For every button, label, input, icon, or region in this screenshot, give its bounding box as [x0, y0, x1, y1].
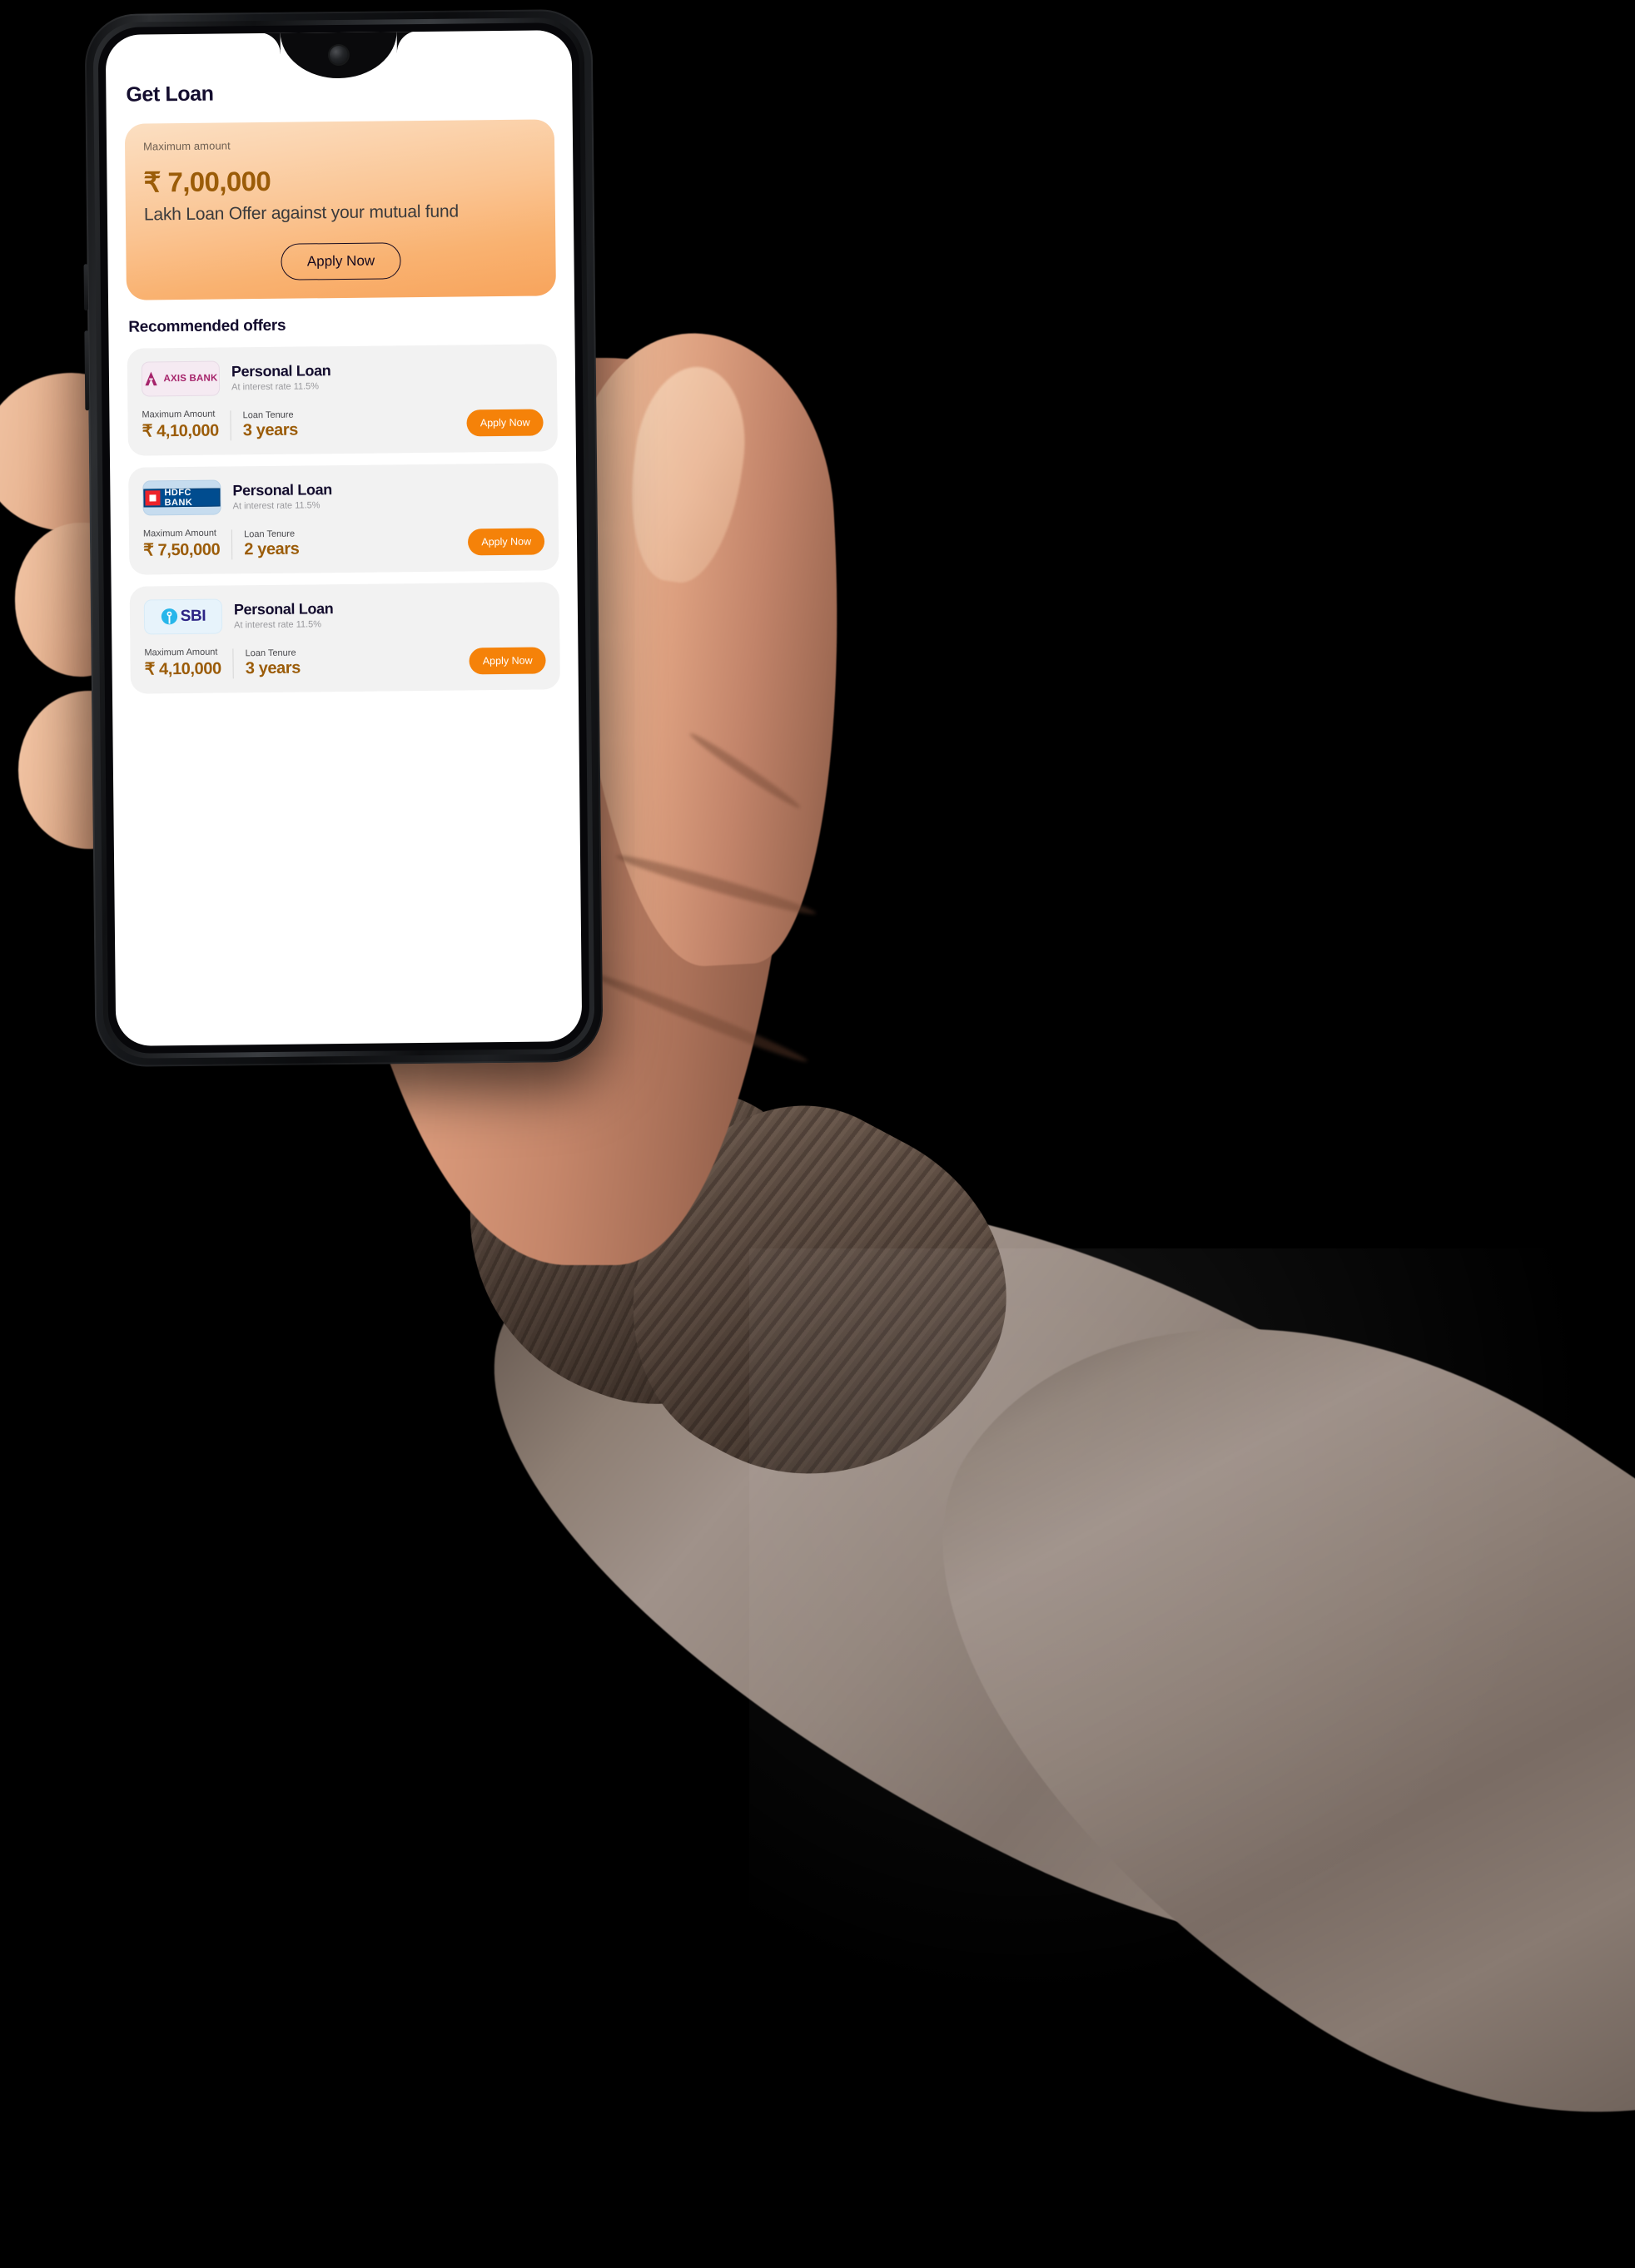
sbi-logo-lockup: SBI: [161, 608, 206, 627]
offer-title-block: Personal Loan At interest rate 11.5%: [232, 482, 332, 512]
offer-tenure-value: 3 years: [242, 420, 299, 440]
offer-footer: Maximum Amount ₹ 4,10,000 Loan Tenure 3 …: [142, 405, 544, 441]
hero-amount-value: ₹ 7,00,000: [143, 165, 271, 198]
offer-card-axis[interactable]: AXIS BANK Personal Loan At interest rate…: [127, 344, 558, 456]
phone-screen: Get Loan Maximum amount ₹ 7,00,000 Lakh …: [105, 30, 583, 1046]
offer-apply-now-button[interactable]: Apply Now: [466, 409, 544, 437]
offer-max-amount-label: Maximum Amount: [142, 409, 216, 420]
offer-card-hdfc[interactable]: HDFC BANK Personal Loan At interest rate…: [128, 463, 559, 575]
offer-apply-now-button[interactable]: Apply Now: [468, 528, 545, 556]
offer-tenure-label: Loan Tenure: [244, 529, 296, 540]
offer-tenure-value: 2 years: [244, 539, 300, 559]
offer-max-amount-label: Maximum Amount: [144, 647, 218, 658]
offer-header: HDFC BANK Personal Loan At interest rate…: [142, 476, 544, 516]
offer-footer: Maximum Amount ₹ 4,10,000 Loan Tenure 3 …: [144, 643, 546, 679]
sbi-bank-logo: SBI: [143, 598, 223, 635]
volume-button[interactable]: [83, 264, 89, 311]
hero-offer-card: Maximum amount ₹ 7,00,000 Lakh Loan Offe…: [124, 119, 556, 300]
power-button[interactable]: [84, 330, 90, 411]
offer-max-amount: Maximum Amount ₹ 4,10,000: [144, 647, 233, 679]
axis-mark-icon: [145, 372, 158, 386]
hdfc-mark-icon: [145, 490, 161, 506]
offer-title: Personal Loan: [232, 481, 332, 499]
scene: Get Loan Maximum amount ₹ 7,00,000 Lakh …: [0, 0, 1635, 2268]
offer-max-amount: Maximum Amount ₹ 7,50,000: [143, 528, 232, 560]
offer-max-amount: Maximum Amount ₹ 4,10,000: [142, 409, 231, 441]
recommended-offers-heading: Recommended offers: [128, 316, 286, 336]
offer-tenure-label: Loan Tenure: [245, 648, 296, 659]
loan-app-screen: Get Loan Maximum amount ₹ 7,00,000 Lakh …: [106, 30, 583, 1046]
offer-footer: Maximum Amount ₹ 7,50,000 Loan Tenure 2 …: [143, 524, 545, 560]
offer-title-block: Personal Loan At interest rate 11.5%: [231, 363, 331, 393]
offer-max-amount-label: Maximum Amount: [142, 528, 217, 539]
offer-title: Personal Loan: [233, 600, 334, 618]
offer-title-block: Personal Loan At interest rate 11.5%: [234, 601, 334, 631]
offer-max-amount-value: ₹ 4,10,000: [142, 421, 219, 441]
offer-tenure: Loan Tenure 3 years: [230, 409, 311, 441]
hdfc-logo-lockup: HDFC BANK: [143, 487, 221, 509]
sbi-keyhole-icon: [161, 608, 177, 625]
offer-interest-rate: At interest rate 11.5%: [231, 381, 320, 393]
page-title: Get Loan: [126, 82, 214, 107]
phone-device: Get Loan Maximum amount ₹ 7,00,000 Lakh …: [83, 8, 604, 1068]
hdfc-bank-logo: HDFC BANK: [142, 479, 221, 516]
axis-bank-wordmark: AXIS BANK: [163, 373, 218, 385]
offer-tenure-label: Loan Tenure: [242, 409, 294, 421]
offer-max-amount-value: ₹ 4,10,000: [144, 659, 221, 679]
axis-bank-logo: AXIS BANK: [141, 360, 221, 397]
hero-max-amount-label: Maximum amount: [142, 139, 231, 153]
front-camera-icon: [329, 45, 349, 65]
offer-interest-rate: At interest rate 11.5%: [232, 500, 321, 512]
offer-card-sbi[interactable]: SBI Personal Loan At interest rate 11.5%…: [129, 582, 560, 694]
offer-header: AXIS BANK Personal Loan At interest rate…: [141, 357, 543, 397]
offer-apply-now-button[interactable]: Apply Now: [469, 647, 546, 675]
offer-tenure: Loan Tenure 2 years: [231, 529, 311, 560]
offer-header: SBI Personal Loan At interest rate 11.5%: [143, 595, 545, 635]
offer-title: Personal Loan: [231, 362, 331, 380]
hero-apply-now-button[interactable]: Apply Now: [281, 242, 401, 280]
offer-max-amount-value: ₹ 7,50,000: [143, 540, 221, 560]
hdfc-bank-wordmark: HDFC BANK: [164, 487, 193, 509]
sbi-wordmark: SBI: [180, 607, 206, 625]
hero-subtitle: Lakh Loan Offer against your mutual fund: [143, 201, 460, 225]
offer-tenure-value: 3 years: [245, 658, 301, 678]
offer-tenure: Loan Tenure 3 years: [232, 648, 313, 679]
axis-logo-lockup: AXIS BANK: [143, 370, 218, 387]
offer-interest-rate: At interest rate 11.5%: [234, 619, 322, 631]
